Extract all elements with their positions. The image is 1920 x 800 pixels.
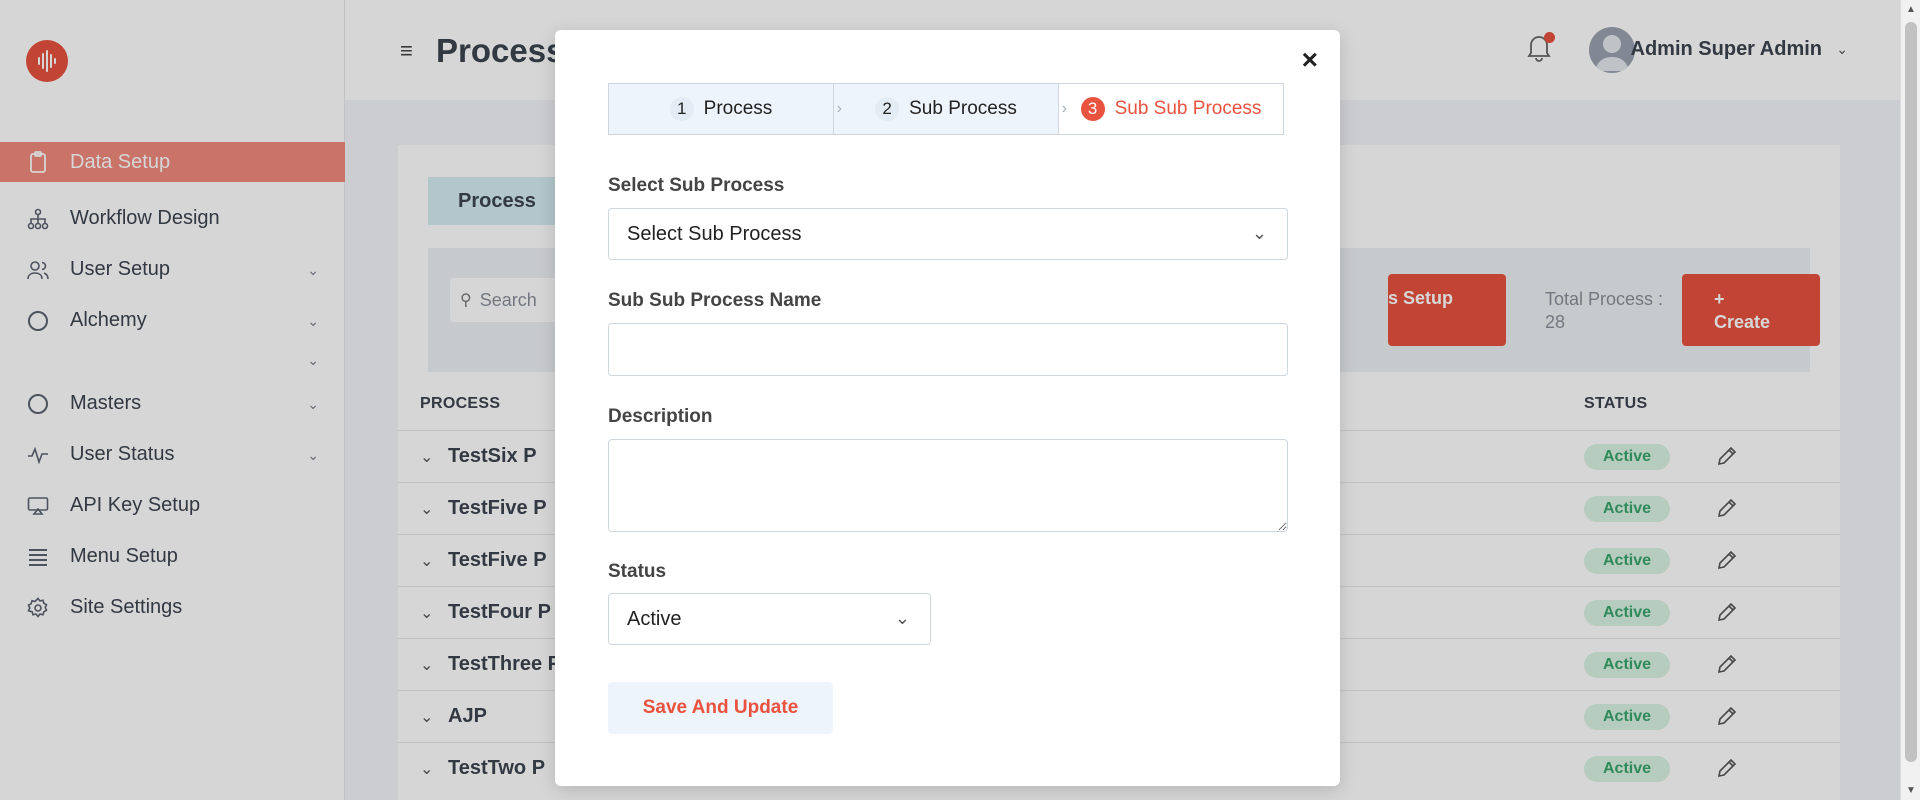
description-textarea[interactable]: [608, 439, 1288, 532]
scrollbar-thumb[interactable]: [1905, 22, 1917, 762]
save-and-update-button[interactable]: Save And Update: [608, 682, 833, 734]
sub-sub-process-name-label: Sub Sub Process Name: [608, 290, 822, 311]
step-sub-sub-process[interactable]: 3 Sub Sub Process: [1059, 84, 1283, 134]
select-sub-process-dropdown[interactable]: Select Sub Process ⌄: [608, 208, 1288, 260]
chevron-right-icon: ›: [836, 100, 842, 117]
step-process[interactable]: 1 Process ›: [609, 84, 842, 134]
page-scrollbar[interactable]: ▲ ▼: [1900, 0, 1920, 800]
select-sub-process-value: Select Sub Process: [627, 222, 802, 245]
step-label: Process: [703, 98, 773, 119]
description-label: Description: [608, 406, 713, 427]
close-icon[interactable]: ×: [1302, 44, 1318, 76]
chevron-right-icon: ›: [1061, 100, 1067, 117]
step-label: Sub Process: [909, 98, 1017, 119]
create-sub-sub-process-modal: × 1 Process › 2 Sub Process › 3 Sub Sub …: [555, 30, 1340, 786]
select-sub-process-label: Select Sub Process: [608, 175, 785, 196]
status-dropdown[interactable]: Active ⌄: [608, 593, 931, 645]
scroll-down-arrow-icon[interactable]: ▼: [1906, 785, 1916, 796]
chevron-down-icon: ⌄: [1251, 223, 1267, 243]
step-sub-process[interactable]: 2 Sub Process ›: [834, 84, 1067, 134]
status-value: Active: [627, 607, 682, 630]
step-number: 2: [875, 97, 900, 121]
step-number: 3: [1080, 97, 1105, 121]
scroll-up-arrow-icon[interactable]: ▲: [1906, 4, 1916, 15]
sub-sub-process-name-input[interactable]: [608, 323, 1288, 376]
stepper: 1 Process › 2 Sub Process › 3 Sub Sub Pr…: [608, 83, 1284, 135]
step-number: 1: [669, 97, 694, 121]
step-label: Sub Sub Process: [1114, 98, 1262, 119]
chevron-down-icon: ⌄: [894, 608, 910, 628]
status-label: Status: [608, 561, 667, 582]
